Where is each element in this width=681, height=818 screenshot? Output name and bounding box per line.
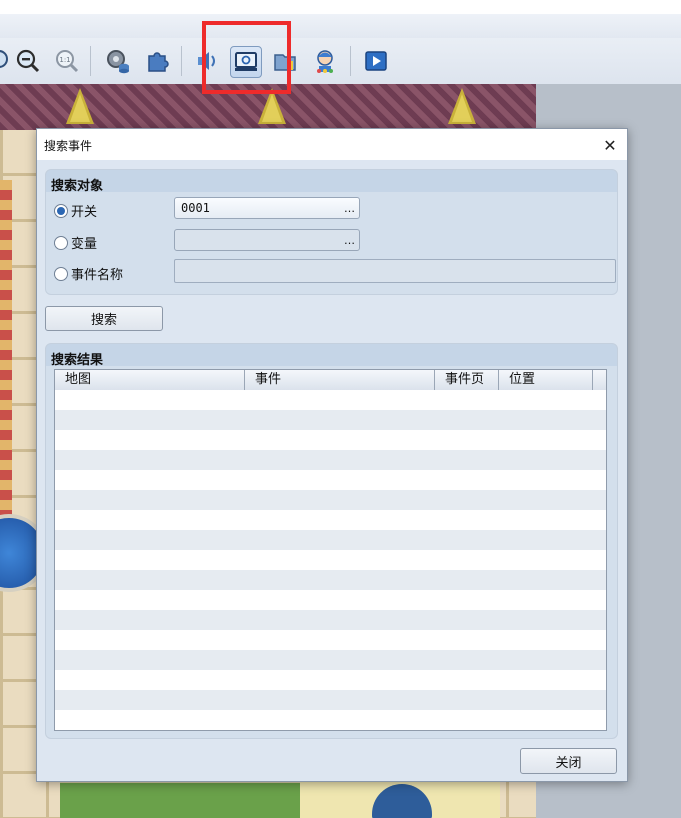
zoom-actual-icon[interactable]: 1:1 — [52, 46, 82, 76]
plugin-icon[interactable] — [142, 46, 172, 76]
search-results-group: 搜索结果 地图 事件 事件页 位置 — [45, 343, 618, 739]
ellipsis-icon[interactable]: … — [339, 202, 359, 215]
dialog-title: 搜索事件 — [44, 139, 93, 153]
radio-label: 变量 — [71, 237, 98, 252]
ellipsis-icon[interactable]: … — [339, 234, 359, 247]
search-button[interactable]: 搜索 — [45, 306, 163, 331]
results-rows — [55, 390, 606, 730]
playtest-icon[interactable] — [361, 46, 391, 76]
column-event[interactable]: 事件 — [245, 370, 435, 390]
toolbar-separator — [90, 46, 91, 76]
radio-label: 事件名称 — [71, 268, 124, 283]
character-generator-icon[interactable] — [310, 46, 340, 76]
dialog-body: 搜索对象 开关 0001 … 变量 … 事件名称 搜索 搜索结果 地图 事件 事… — [37, 160, 627, 781]
column-position[interactable]: 位置 — [499, 370, 593, 390]
toolbar-separator — [350, 46, 351, 76]
column-map[interactable]: 地图 — [55, 370, 245, 390]
column-event-page[interactable]: 事件页 — [435, 370, 499, 390]
menu-bar — [0, 14, 681, 39]
switch-picker[interactable]: 0001 … — [174, 197, 360, 219]
radio-variable[interactable]: 变量 — [54, 233, 97, 252]
search-results-heading: 搜索结果 — [51, 353, 104, 368]
top-strip — [0, 0, 681, 14]
search-event-dialog: 搜索事件 ✕ 搜索对象 开关 0001 … 变量 … 事件名称 搜索 搜索结果 … — [36, 128, 628, 782]
search-target-group: 搜索对象 开关 0001 … 变量 … 事件名称 — [45, 169, 618, 295]
database-icon[interactable] — [103, 46, 133, 76]
tree-icon — [66, 88, 94, 124]
variable-picker[interactable]: … — [174, 229, 360, 251]
results-header: 地图 事件 事件页 位置 — [55, 370, 606, 391]
radio-button[interactable] — [54, 203, 68, 218]
highlight-frame — [202, 21, 291, 94]
map-grass — [60, 780, 300, 818]
close-icon[interactable]: ✕ — [599, 134, 621, 156]
close-button[interactable]: 关闭 — [520, 748, 617, 774]
event-name-input[interactable] — [174, 259, 616, 283]
toolbar-separator — [181, 46, 182, 76]
radio-switch[interactable]: 开关 — [54, 201, 97, 220]
radio-event-name[interactable]: 事件名称 — [54, 264, 123, 283]
zoom-out-icon[interactable] — [13, 46, 43, 76]
tree-icon — [448, 88, 476, 124]
radio-button[interactable] — [54, 266, 68, 281]
toolbar: 1:1 — [0, 38, 681, 85]
search-target-heading: 搜索对象 — [51, 179, 104, 194]
radio-label: 开关 — [71, 205, 98, 220]
zoom-actual-label: 1:1 — [59, 56, 70, 64]
dialog-titlebar[interactable]: 搜索事件 ✕ — [37, 129, 627, 160]
results-list[interactable]: 地图 事件 事件页 位置 — [54, 369, 607, 731]
switch-value: 0001 — [181, 201, 210, 215]
radio-button[interactable] — [54, 235, 68, 250]
